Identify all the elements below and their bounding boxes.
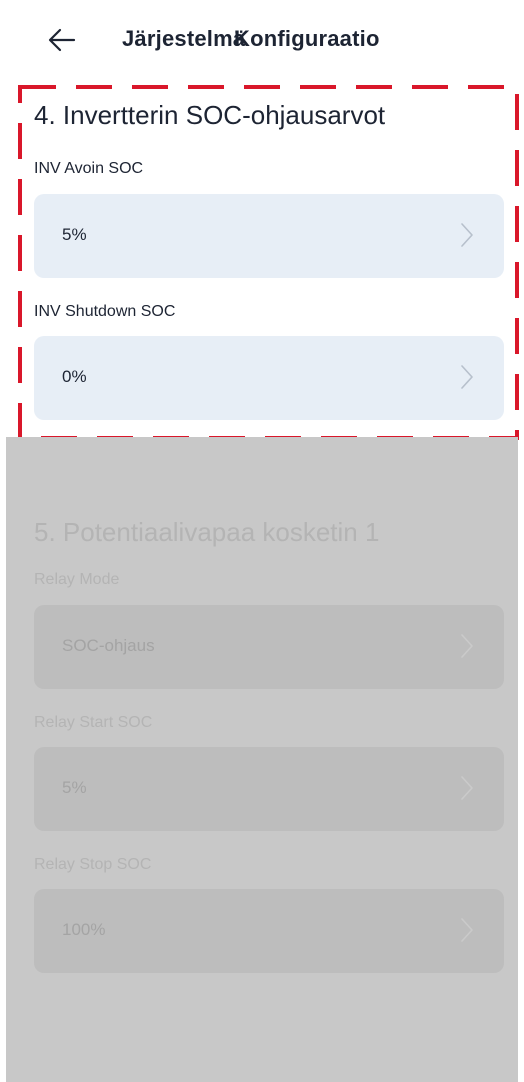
chevron-right-icon (461, 918, 473, 942)
field-label-relay-start-soc: Relay Start SOC (34, 714, 153, 731)
dimmed-overlay: 5. Potentiaalivapaa kosketin 1 Relay Mod… (6, 437, 518, 1082)
field-relay-mode[interactable]: SOC-ohjaus (34, 605, 504, 689)
highlight-box (18, 85, 519, 440)
field-relay-stop-soc[interactable]: 100% (34, 889, 504, 973)
chevron-right-icon (461, 776, 473, 800)
field-label-relay-stop-soc: Relay Stop SOC (34, 856, 152, 873)
field-value-relay-stop-soc: 100% (62, 920, 106, 939)
field-value-relay-mode: SOC-ohjaus (62, 636, 155, 655)
field-value-relay-start-soc: 5% (62, 778, 87, 797)
chevron-right-icon (461, 634, 473, 658)
field-label-relay-mode: Relay Mode (34, 571, 120, 588)
field-relay-start-soc[interactable]: 5% (34, 747, 504, 831)
section-title-relay: 5. Potentiaalivapaa kosketin 1 (34, 517, 380, 547)
